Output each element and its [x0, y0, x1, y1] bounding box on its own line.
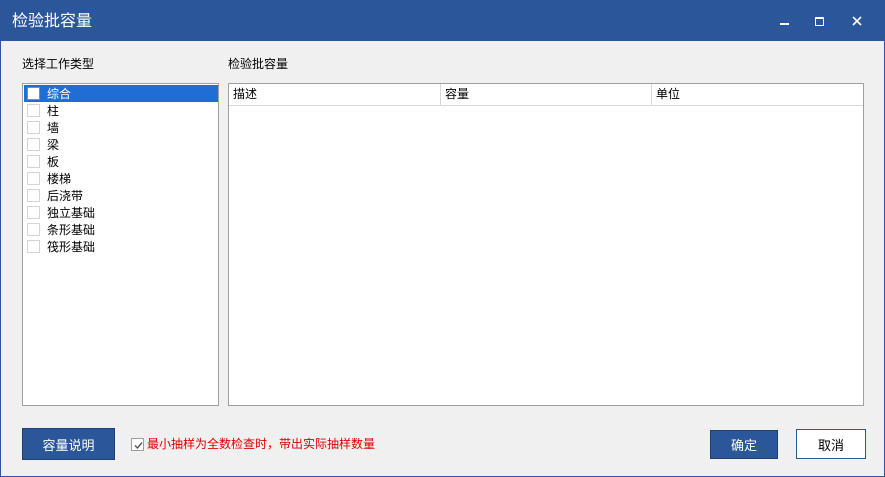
- minimize-button[interactable]: [771, 9, 797, 33]
- column-header-description[interactable]: 描述: [229, 84, 441, 105]
- list-item[interactable]: 条形基础: [24, 221, 218, 238]
- dialog-window: 检验批容量 选择工作类型 检验批容量 综合 柱 墙 梁 板 楼梯 后浇带 独立基…: [0, 0, 885, 477]
- list-item[interactable]: 楼梯: [24, 170, 218, 187]
- list-item[interactable]: 墙: [24, 119, 218, 136]
- item-label: 板: [47, 154, 60, 169]
- item-checkbox[interactable]: [27, 87, 40, 100]
- full-sampling-option[interactable]: 最小抽样为全数检查时，带出实际抽样数量: [131, 436, 375, 452]
- item-label: 墙: [47, 120, 60, 135]
- list-item[interactable]: 柱: [24, 102, 218, 119]
- list-item[interactable]: 板: [24, 153, 218, 170]
- work-type-list[interactable]: 综合 柱 墙 梁 板 楼梯 后浇带 独立基础 条形基础 筏形基础: [22, 83, 219, 406]
- item-label: 筏形基础: [47, 239, 96, 254]
- maximize-icon: [814, 16, 824, 26]
- column-header-unit[interactable]: 单位: [652, 84, 863, 105]
- table-header: 描述 容量 单位: [229, 84, 863, 106]
- close-button[interactable]: [844, 9, 870, 33]
- list-item[interactable]: 独立基础: [24, 204, 218, 221]
- item-checkbox[interactable]: [27, 206, 40, 219]
- minimize-icon: [779, 23, 789, 25]
- item-checkbox[interactable]: [27, 189, 40, 202]
- item-checkbox[interactable]: [27, 138, 40, 151]
- item-label: 综合: [47, 86, 72, 101]
- capacity-label: 检验批容量: [228, 57, 289, 71]
- item-label: 楼梯: [47, 171, 72, 186]
- full-sampling-label: 最小抽样为全数检查时，带出实际抽样数量: [147, 437, 376, 451]
- item-label: 独立基础: [47, 205, 96, 220]
- ok-button[interactable]: 确定: [710, 430, 778, 459]
- capacity-explain-button[interactable]: 容量说明: [22, 428, 115, 460]
- checkmark-icon: [134, 441, 143, 449]
- close-icon: [852, 16, 862, 26]
- maximize-button[interactable]: [806, 9, 832, 33]
- item-checkbox[interactable]: [27, 104, 40, 117]
- list-item[interactable]: 梁: [24, 136, 218, 153]
- item-checkbox[interactable]: [27, 223, 40, 236]
- item-checkbox[interactable]: [27, 155, 40, 168]
- list-item[interactable]: 筏形基础: [24, 238, 218, 255]
- item-label: 后浇带: [47, 188, 84, 203]
- item-label: 柱: [47, 103, 60, 118]
- list-item[interactable]: 后浇带: [24, 187, 218, 204]
- title-bar[interactable]: 检验批容量: [1, 1, 884, 41]
- item-checkbox[interactable]: [27, 121, 40, 134]
- cancel-button[interactable]: 取消: [796, 429, 866, 459]
- list-item[interactable]: 综合: [24, 85, 218, 102]
- work-type-label: 选择工作类型: [22, 57, 95, 71]
- capacity-table[interactable]: 描述 容量 单位: [228, 83, 864, 406]
- item-checkbox[interactable]: [27, 172, 40, 185]
- item-label: 梁: [47, 137, 60, 152]
- item-label: 条形基础: [47, 222, 96, 237]
- full-sampling-checkbox[interactable]: [131, 437, 144, 451]
- item-checkbox[interactable]: [27, 240, 40, 253]
- column-header-capacity[interactable]: 容量: [441, 84, 652, 105]
- window-title: 检验批容量: [12, 11, 93, 30]
